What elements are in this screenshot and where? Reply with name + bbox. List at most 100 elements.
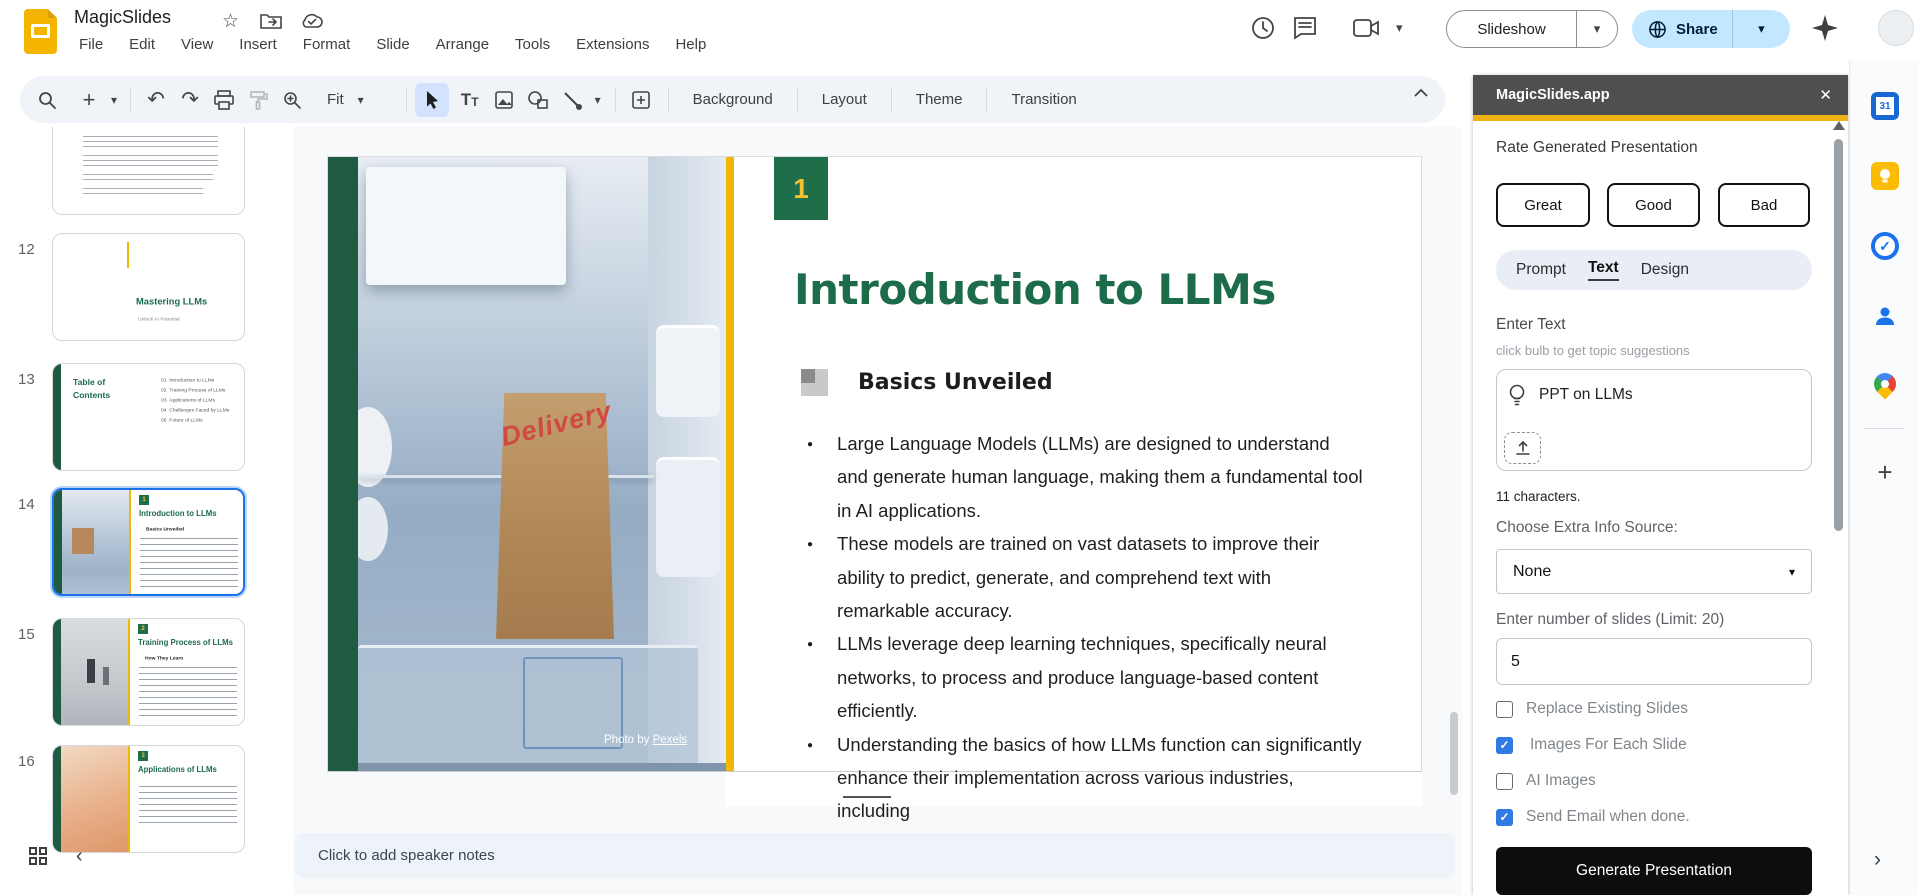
- zoom-in-icon[interactable]: [275, 83, 309, 117]
- contacts-icon[interactable]: [1871, 302, 1899, 330]
- generate-presentation-button[interactable]: Generate Presentation: [1496, 847, 1812, 895]
- speaker-notes[interactable]: Click to add speaker notes: [295, 833, 1455, 878]
- textbox-tool-icon[interactable]: TT: [453, 83, 487, 117]
- tasks-icon[interactable]: ✓: [1871, 232, 1899, 260]
- topic-textarea[interactable]: PPT on LLMs: [1496, 369, 1812, 471]
- move-folder-icon[interactable]: [260, 12, 282, 30]
- meet-dropdown-caret-icon[interactable]: ▾: [1396, 20, 1403, 36]
- canvas-scrollbar-thumb[interactable]: [1450, 712, 1458, 795]
- rate-great-button[interactable]: Great: [1496, 183, 1590, 227]
- new-slide-caret-icon[interactable]: ▾: [106, 93, 122, 107]
- insert-line-icon[interactable]: [555, 83, 589, 117]
- upload-file-button[interactable]: [1504, 432, 1541, 464]
- menu-extensions[interactable]: Extensions: [563, 36, 662, 53]
- thumb-badge: 2: [138, 624, 148, 634]
- tab-text-active[interactable]: Text: [1588, 259, 1619, 281]
- star-icon[interactable]: ☆: [222, 10, 239, 33]
- checkbox-checked[interactable]: ✓: [1496, 809, 1513, 826]
- slideshow-button[interactable]: Slideshow: [1447, 11, 1577, 47]
- account-avatar[interactable]: [1878, 10, 1914, 46]
- slide-title[interactable]: Introduction to LLMs: [794, 265, 1414, 314]
- zoom-caret-icon[interactable]: ▾: [358, 93, 398, 107]
- transition-button[interactable]: Transition: [997, 91, 1090, 108]
- maps-icon[interactable]: [1871, 372, 1899, 400]
- slides-count-input[interactable]: [1496, 638, 1812, 685]
- menu-tools[interactable]: Tools: [502, 36, 563, 53]
- lightbulb-icon[interactable]: [1506, 383, 1528, 407]
- checkbox-row-email[interactable]: ✓ Send Email when done.: [1496, 807, 1690, 827]
- checkbox-row-ai-images[interactable]: AI Images: [1496, 771, 1596, 791]
- fridge-photo[interactable]: Delivery Photo by Pexels: [358, 157, 726, 771]
- slide-thumbnail-15[interactable]: 2 Training Process of LLMs How They Lear…: [52, 618, 245, 726]
- checkbox-checked[interactable]: ✓: [1496, 737, 1513, 754]
- panel-close-icon[interactable]: ✕: [1819, 86, 1832, 104]
- rate-bad-button[interactable]: Bad: [1718, 183, 1810, 227]
- slide-thumbnail-14-selected[interactable]: 1 Introduction to LLMs Basics Unveiled: [52, 488, 245, 596]
- calendar-icon[interactable]: 31: [1871, 92, 1899, 120]
- menu-arrange[interactable]: Arrange: [423, 36, 502, 53]
- hide-filmstrip-chevron-icon[interactable]: ‹: [76, 845, 83, 868]
- cloud-status-icon[interactable]: [300, 12, 324, 29]
- checkbox-row-replace[interactable]: Replace Existing Slides: [1496, 699, 1688, 719]
- share-dropdown-caret-icon[interactable]: ▾: [1733, 21, 1790, 37]
- slide-bullet-list[interactable]: ● Large Language Models (LLMs) are desig…: [807, 427, 1373, 828]
- insert-shape-icon[interactable]: [521, 83, 555, 117]
- select-tool-icon[interactable]: [415, 83, 449, 117]
- photo-credit-link[interactable]: Pexels: [653, 734, 688, 746]
- menu-insert[interactable]: Insert: [226, 36, 290, 53]
- tab-prompt[interactable]: Prompt: [1516, 261, 1566, 279]
- insert-placeholder-icon[interactable]: [624, 83, 658, 117]
- line-caret-icon[interactable]: ▾: [589, 93, 607, 107]
- print-icon[interactable]: [207, 83, 241, 117]
- keep-icon[interactable]: [1871, 162, 1899, 190]
- tab-design[interactable]: Design: [1641, 261, 1689, 279]
- slide-subtitle[interactable]: Basics Unveiled: [858, 370, 1053, 395]
- slide-canvas[interactable]: Delivery Photo by Pexels 1 Introduction …: [293, 127, 1462, 895]
- checkbox-unchecked[interactable]: [1496, 773, 1513, 790]
- share-button[interactable]: Share: [1676, 21, 1718, 38]
- current-slide[interactable]: Delivery Photo by Pexels 1 Introduction …: [327, 156, 1422, 772]
- insert-image-icon[interactable]: [487, 83, 521, 117]
- theme-button[interactable]: Theme: [902, 91, 977, 108]
- slide-thumbnail-16[interactable]: 3 Applications of LLMs: [52, 745, 245, 853]
- layout-button[interactable]: Layout: [808, 91, 881, 108]
- doc-title[interactable]: MagicSlides: [74, 7, 171, 28]
- menu-format[interactable]: Format: [290, 36, 364, 53]
- expand-side-panel-chevron-icon[interactable]: ›: [1874, 848, 1881, 872]
- slide-thumbnail-12[interactable]: Mastering LLMs Unlock AI Potential: [52, 233, 245, 341]
- slide-thumbnail-13[interactable]: Table of Contents 01 Introduction to LLM…: [52, 363, 245, 471]
- zoom-select[interactable]: Fit: [313, 91, 358, 108]
- checkbox-unchecked[interactable]: [1496, 701, 1513, 718]
- menu-slide[interactable]: Slide: [363, 36, 422, 53]
- background-button[interactable]: Background: [679, 91, 787, 108]
- thumb-accent-line: [129, 490, 131, 596]
- extra-info-select[interactable]: None ▾: [1496, 549, 1812, 594]
- menu-file[interactable]: File: [66, 36, 116, 53]
- new-slide-icon[interactable]: +: [72, 83, 106, 117]
- bullet-item: ● LLMs leverage deep learning techniques…: [807, 627, 1373, 727]
- slide-thumbnail-11[interactable]: [52, 127, 245, 215]
- paint-format-icon[interactable]: [241, 83, 275, 117]
- slides-logo[interactable]: [24, 9, 57, 54]
- menu-help[interactable]: Help: [662, 36, 719, 53]
- panel-scrollbar-thumb[interactable]: [1834, 139, 1843, 531]
- gemini-sparkle-icon[interactable]: [1810, 13, 1840, 43]
- collapse-toolbar-chevron-icon[interactable]: [1413, 88, 1429, 98]
- redo-icon[interactable]: ↷: [173, 83, 207, 117]
- thumb-text-lines: [83, 155, 218, 169]
- slideshow-dropdown-caret-icon[interactable]: ▾: [1577, 11, 1617, 47]
- checkbox-row-images[interactable]: ✓ Images For Each Slide: [1496, 735, 1687, 755]
- menu-edit[interactable]: Edit: [116, 36, 168, 53]
- undo-icon[interactable]: ↶: [139, 83, 173, 117]
- slide-number-badge[interactable]: 1: [774, 157, 828, 220]
- menu-view[interactable]: View: [168, 36, 226, 53]
- meet-camera-icon[interactable]: [1352, 17, 1380, 39]
- rate-good-button[interactable]: Good: [1607, 183, 1700, 227]
- version-history-icon[interactable]: [1250, 15, 1276, 41]
- comments-icon[interactable]: [1292, 15, 1318, 41]
- search-menus-icon[interactable]: [30, 83, 64, 117]
- panel-scroll-up-icon[interactable]: [1833, 121, 1845, 130]
- get-addons-plus-icon[interactable]: +: [1871, 458, 1899, 486]
- topic-value[interactable]: PPT on LLMs: [1539, 386, 1633, 404]
- grid-view-icon[interactable]: [28, 846, 48, 866]
